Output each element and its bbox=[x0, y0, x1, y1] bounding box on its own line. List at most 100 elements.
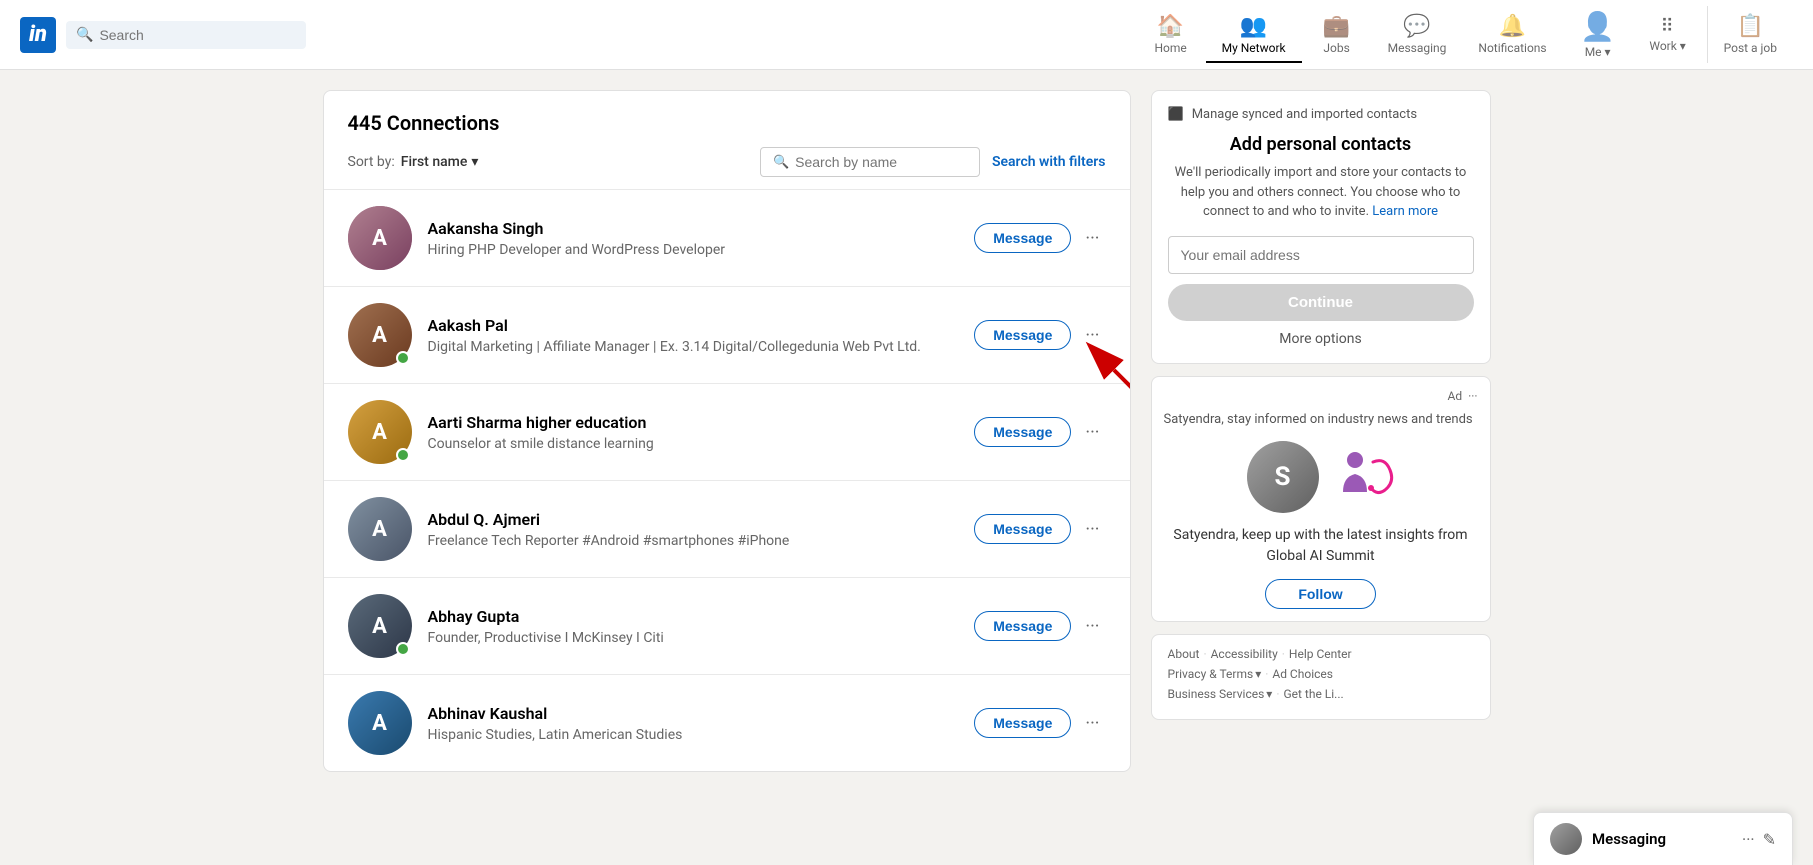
footer-about-link[interactable]: About bbox=[1168, 647, 1200, 661]
nav-post-job-label: Post a job bbox=[1724, 41, 1777, 55]
more-options-link[interactable]: More options bbox=[1168, 331, 1474, 347]
nav-messaging-label: Messaging bbox=[1388, 41, 1447, 55]
search-name-icon: 🔍 bbox=[773, 155, 789, 170]
search-area: 🔍 Search with filters bbox=[760, 147, 1106, 177]
messaging-label: Messaging bbox=[1592, 830, 1732, 848]
connection-name[interactable]: Abdul Q. Ajmeri bbox=[428, 510, 959, 529]
footer-links: About · Accessibility · Help Center Priv… bbox=[1151, 634, 1491, 720]
avatar[interactable]: A bbox=[348, 594, 412, 658]
search-name-field[interactable]: 🔍 bbox=[760, 147, 980, 177]
nav-my-network-label: My Network bbox=[1222, 41, 1286, 55]
connection-name[interactable]: Abhay Gupta bbox=[428, 607, 959, 626]
online-indicator bbox=[396, 642, 410, 656]
ad-more-icon[interactable]: ··· bbox=[1468, 389, 1477, 403]
add-contacts-title: Add personal contacts bbox=[1168, 134, 1474, 155]
avatar[interactable]: A bbox=[348, 400, 412, 464]
connection-actions: Message ··· bbox=[974, 514, 1105, 544]
connection-desc: Hiring PHP Developer and WordPress Devel… bbox=[428, 242, 959, 258]
ad-content-text: Satyendra, stay informed on industry new… bbox=[1164, 411, 1478, 429]
nav-notifications-label: Notifications bbox=[1478, 41, 1546, 55]
connection-name[interactable]: Aakansha Singh bbox=[428, 219, 959, 238]
email-input[interactable] bbox=[1168, 236, 1474, 274]
connection-desc: Counselor at smile distance learning bbox=[428, 436, 959, 452]
message-button[interactable]: Message bbox=[974, 514, 1071, 544]
connection-name[interactable]: Abhinav Kaushal bbox=[428, 704, 959, 723]
search-input[interactable] bbox=[99, 27, 296, 43]
search-bar[interactable]: 🔍 bbox=[66, 21, 306, 49]
messaging-compose-icon[interactable]: ✎ bbox=[1763, 830, 1776, 849]
connection-name[interactable]: Aakash Pal bbox=[428, 316, 959, 335]
messaging-bar[interactable]: Messaging ··· ✎ bbox=[1533, 812, 1793, 865]
linkedin-logo[interactable]: in bbox=[20, 17, 56, 53]
connections-title: 445 Connections bbox=[348, 111, 1106, 135]
nav-jobs[interactable]: 💼 Jobs bbox=[1302, 6, 1372, 63]
message-button[interactable]: Message bbox=[974, 708, 1071, 738]
jobs-icon: 💼 bbox=[1323, 14, 1350, 39]
messaging-icons: ··· ✎ bbox=[1742, 830, 1776, 849]
sort-value-text: First name bbox=[401, 154, 468, 170]
learn-more-link[interactable]: Learn more bbox=[1372, 204, 1438, 219]
footer-business-services-link[interactable]: Business Services ▾ bbox=[1168, 687, 1273, 701]
connection-item: A Abdul Q. Ajmeri Freelance Tech Reporte… bbox=[324, 481, 1130, 578]
more-options-icon[interactable]: ··· bbox=[1079, 418, 1105, 447]
synced-label: Manage synced and imported contacts bbox=[1192, 107, 1417, 122]
search-with-filters-link[interactable]: Search with filters bbox=[992, 154, 1106, 170]
more-options-icon[interactable]: ··· bbox=[1079, 515, 1105, 544]
avatar[interactable]: A bbox=[348, 497, 412, 561]
footer-ad-choices-link[interactable]: Ad Choices bbox=[1272, 667, 1333, 681]
ad-label: Ad bbox=[1447, 389, 1462, 403]
sort-by-value[interactable]: First name ▾ bbox=[401, 154, 479, 170]
avatar[interactable]: A bbox=[348, 303, 412, 367]
online-indicator bbox=[396, 448, 410, 462]
connections-panel: 445 Connections Sort by: First name ▾ 🔍 … bbox=[323, 90, 1131, 772]
ad-card: Ad ··· Satyendra, stay informed on indus… bbox=[1151, 376, 1491, 622]
nav-me[interactable]: 👤 Me ▾ bbox=[1563, 2, 1633, 67]
header: in 🔍 🏠 Home 👥 My Network 💼 Jobs 💬 Messag… bbox=[0, 0, 1813, 70]
footer-accessibility-link[interactable]: Accessibility bbox=[1211, 647, 1278, 661]
nav-my-network[interactable]: 👥 My Network bbox=[1206, 6, 1302, 63]
nav-notifications[interactable]: 🔔 Notifications bbox=[1462, 6, 1562, 63]
connection-item: A Aakansha Singh Hiring PHP Developer an… bbox=[324, 190, 1130, 287]
sort-by-label: Sort by: bbox=[348, 154, 395, 170]
ad-logo bbox=[1335, 447, 1395, 507]
message-button[interactable]: Message bbox=[974, 223, 1071, 253]
more-options-icon[interactable]: ··· bbox=[1079, 709, 1105, 738]
ad-follow-text: Satyendra, keep up with the latest insig… bbox=[1164, 525, 1478, 567]
nav-messaging[interactable]: 💬 Messaging bbox=[1372, 6, 1463, 63]
post-job-icon: 📋 bbox=[1737, 14, 1764, 39]
sync-icon: ⬛ bbox=[1168, 107, 1184, 122]
connection-item: A Aakash Pal Digital Marketing | Affilia… bbox=[324, 287, 1130, 384]
nav-work[interactable]: ⠿ Work ▾ bbox=[1633, 8, 1703, 61]
search-name-input[interactable] bbox=[795, 154, 967, 170]
avatar[interactable]: A bbox=[348, 691, 412, 755]
ad-images: S bbox=[1164, 441, 1478, 513]
connection-item: A Abhay Gupta Founder, Productivise I Mc… bbox=[324, 578, 1130, 675]
online-indicator bbox=[396, 351, 410, 365]
nav-me-label: Me ▾ bbox=[1585, 45, 1611, 59]
message-button[interactable]: Message bbox=[974, 611, 1071, 641]
ad-person-avatar: S bbox=[1247, 441, 1319, 513]
message-button[interactable]: Message bbox=[974, 417, 1071, 447]
connection-actions: Message ··· bbox=[974, 320, 1105, 350]
messaging-more-icon[interactable]: ··· bbox=[1742, 830, 1755, 849]
footer-help-link[interactable]: Help Center bbox=[1289, 647, 1352, 661]
more-options-icon[interactable]: ··· bbox=[1079, 224, 1105, 253]
connections-header: 445 Connections Sort by: First name ▾ 🔍 … bbox=[324, 91, 1130, 190]
connection-name[interactable]: Aarti Sharma higher education bbox=[428, 413, 959, 432]
nav-home[interactable]: 🏠 Home bbox=[1136, 6, 1206, 63]
more-options-icon[interactable]: ··· bbox=[1079, 612, 1105, 641]
continue-button[interactable]: Continue bbox=[1168, 284, 1474, 321]
follow-button[interactable]: Follow bbox=[1265, 579, 1375, 609]
add-contacts-card: ⬛ Manage synced and imported contacts Ad… bbox=[1151, 90, 1491, 364]
my-network-icon: 👥 bbox=[1240, 14, 1267, 39]
more-options-icon[interactable]: ··· bbox=[1079, 321, 1105, 350]
nav-home-label: Home bbox=[1154, 41, 1186, 55]
message-button[interactable]: Message bbox=[974, 320, 1071, 350]
footer-privacy-terms-link[interactable]: Privacy & Terms ▾ bbox=[1168, 667, 1262, 681]
nav-post-job[interactable]: 📋 Post a job bbox=[1707, 6, 1793, 63]
footer-get-link[interactable]: Get the Li... bbox=[1283, 687, 1343, 701]
connection-desc: Founder, Productivise I McKinsey I Citi bbox=[428, 630, 959, 646]
me-icon: 👤 bbox=[1580, 10, 1615, 43]
connection-info: Aakash Pal Digital Marketing | Affiliate… bbox=[428, 316, 959, 355]
avatar[interactable]: A bbox=[348, 206, 412, 270]
